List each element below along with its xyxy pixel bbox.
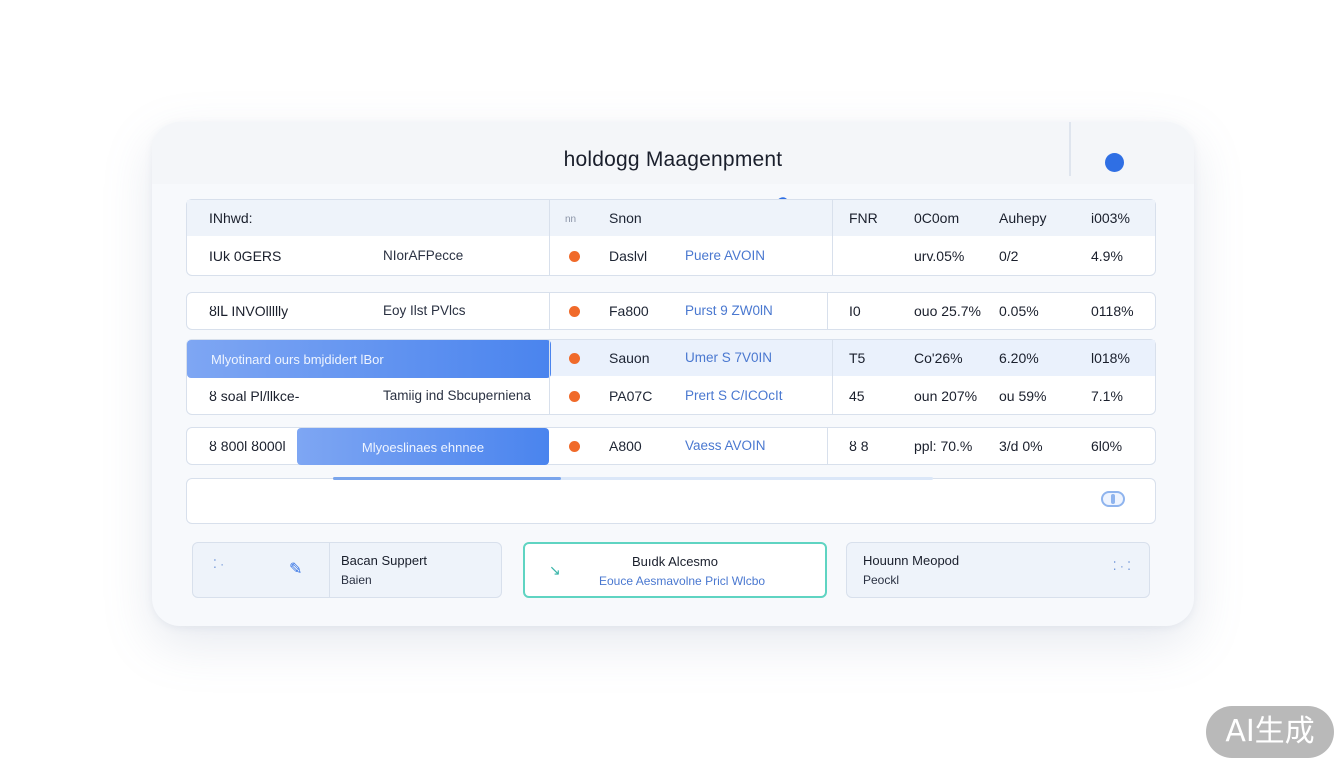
row-name: ȣ 800l ȣ000l	[209, 438, 286, 454]
column-divider	[832, 200, 833, 275]
row-value-3: 6l0%	[1091, 438, 1123, 454]
holdings-table-panel-2: ȣlԼ INVOllllly Eoy Ilst PVlcs Fa800 Purs…	[186, 292, 1156, 330]
row-fnr: T5	[849, 350, 866, 366]
table-row[interactable]: ȣ soal Pl/llkce- Tamiig ind Sbcuperniena…	[187, 378, 1155, 414]
row-fnr: ȣ 8	[849, 438, 869, 454]
dots-icon: ⁚ ·	[213, 557, 225, 571]
row-value-3: 7.1%	[1091, 388, 1123, 404]
row-detail: Purst 9 ZW0lN	[685, 303, 773, 318]
tile-houunn-meopod[interactable]: Houunn Meopod Peockl ⁚ · ⁚	[846, 542, 1150, 598]
table-header-row: INhwd: nn Snon FNR 0C0om Auhepy i003%	[187, 200, 1155, 236]
row-value-2: 0.05%	[999, 303, 1039, 319]
status-dot-icon	[569, 251, 580, 262]
table-row-selected[interactable]: Mlyotinard ours bmjdidert lBor Sauon Ume…	[187, 340, 1155, 378]
row-name: ȣlԼ INVOllllly	[209, 303, 289, 319]
tile-subtitle: Peockl	[863, 573, 900, 587]
row-value-2: 0/2	[999, 248, 1019, 264]
row-name: ȣ soal Pl/llkce-	[209, 388, 300, 404]
status-dot-icon	[569, 441, 580, 452]
sort-indicator[interactable]: nn	[565, 214, 576, 225]
page-title: holdogg Maagenpment	[563, 148, 783, 171]
row-category: Eoy Ilst PVlcs	[383, 303, 466, 318]
column-divider	[832, 340, 833, 414]
tile-build-alcesmo[interactable]: ↘ Buıdk Alcesmo Eouce Aesmavolne Pricl W…	[523, 542, 827, 598]
tile-bacan-suppert[interactable]: ⁚ · ✎ Bacan Suppert Baien	[192, 542, 502, 598]
toggle-icon[interactable]	[1101, 491, 1125, 507]
progress-fill	[333, 477, 561, 480]
ai-generated-watermark: AI生成	[1206, 706, 1334, 758]
row-detail: Prert S C/ICOcIt	[685, 388, 783, 403]
column-header-status[interactable]: Snon	[609, 210, 642, 226]
table-row[interactable]: ȣlԼ INVOllllly Eoy Ilst PVlcs Fa800 Purs…	[187, 293, 1155, 329]
column-header-name[interactable]: INhwd:	[209, 210, 253, 226]
tile-subtitle: Baien	[341, 573, 372, 587]
row-fnr: 45	[849, 388, 865, 404]
row-value-3: 0118%	[1091, 303, 1134, 319]
pin-icon: ✎	[289, 561, 303, 578]
row-action-button[interactable]: Mlyoeslinaes ehnnee	[297, 428, 549, 465]
status-dot-icon	[569, 391, 580, 402]
row-value-3: l018%	[1091, 350, 1130, 366]
column-divider	[827, 428, 828, 464]
column-header-auhepy[interactable]: Auhepy	[999, 210, 1046, 226]
tile-title: Buıdk Alcesmo	[632, 554, 718, 569]
row-value-1: Co'26%	[914, 350, 963, 366]
holdings-table-panel-3: Mlyotinard ours bmjdidert lBor Sauon Ume…	[186, 339, 1156, 415]
row-value-1: urv.05%	[914, 248, 965, 264]
progress-bar-panel	[186, 477, 1156, 524]
row-category: Tamiig ind Sbcuperniena	[383, 388, 531, 403]
dots-icon: ⁚ · ⁚	[1112, 559, 1131, 573]
row-status: Sauon	[609, 350, 650, 366]
status-dot-icon[interactable]	[1105, 153, 1124, 172]
column-header-percent[interactable]: i003%	[1091, 210, 1130, 226]
row-action-label: Mlyoeslinaes ehnnee	[361, 440, 485, 455]
status-dot-icon	[569, 353, 580, 364]
table-row[interactable]: IUk 0GERS NIorAFPecce Daslvl Puere AVOIN…	[187, 238, 1155, 274]
row-status: A800	[609, 438, 642, 454]
tile-title: Houunn Meopod	[863, 553, 960, 568]
row-name: Mlyotinard ours bmjdidert lBor	[211, 352, 384, 367]
column-divider	[827, 293, 828, 329]
row-status: PA07C	[609, 388, 653, 404]
card-header: holdogg Maagenpment	[152, 122, 1194, 184]
column-divider	[549, 200, 550, 275]
table-row[interactable]: ȣ 800l ȣ000l Mlyoeslinaes ehnnee A800 Va…	[187, 428, 1155, 465]
row-highlight: Mlyotinard ours bmjdidert lBor	[187, 340, 551, 378]
tile-divider	[329, 543, 330, 597]
column-divider	[549, 340, 550, 414]
progress-track	[333, 477, 933, 480]
row-value-1: ppl: 70.%	[914, 438, 973, 454]
tile-subtitle: Eouce Aesmavolne Pricl Wlcbo	[599, 574, 766, 588]
row-value-2: 6.20%	[999, 350, 1039, 366]
row-value-1: ouo 25.7%	[914, 303, 981, 319]
row-value-3: 4.9%	[1091, 248, 1123, 264]
column-header-ocoom[interactable]: 0C0om	[914, 210, 959, 226]
row-value-2: ou 59%	[999, 388, 1047, 404]
header-divider	[1069, 122, 1071, 176]
row-detail: Vaess AVOIN	[685, 438, 766, 453]
row-detail: Umer S 7V0IN	[685, 350, 773, 365]
holdings-table-panel-1: INhwd: nn Snon FNR 0C0om Auhepy i003% IU…	[186, 199, 1156, 276]
row-status: Daslvl	[609, 248, 648, 264]
holdings-management-card: holdogg Maagenpment INhwd: nn Snon FNR 0…	[152, 122, 1194, 626]
row-fnr: I0	[849, 303, 861, 319]
holdings-table-panel-4: ȣ 800l ȣ000l Mlyoeslinaes ehnnee A800 Va…	[186, 427, 1156, 465]
row-category: NIorAFPecce	[383, 248, 464, 263]
row-name: IUk 0GERS	[209, 248, 282, 264]
row-status: Fa800	[609, 303, 649, 319]
row-detail: Puere AVOIN	[685, 248, 766, 263]
status-dot-icon	[569, 306, 580, 317]
row-value-2: 3/d 0%	[999, 438, 1043, 454]
tile-title: Bacan Suppert	[341, 553, 428, 568]
row-value-1: oun 207%	[914, 388, 978, 404]
column-divider	[549, 293, 550, 329]
column-header-fnr[interactable]: FNR	[849, 210, 878, 226]
